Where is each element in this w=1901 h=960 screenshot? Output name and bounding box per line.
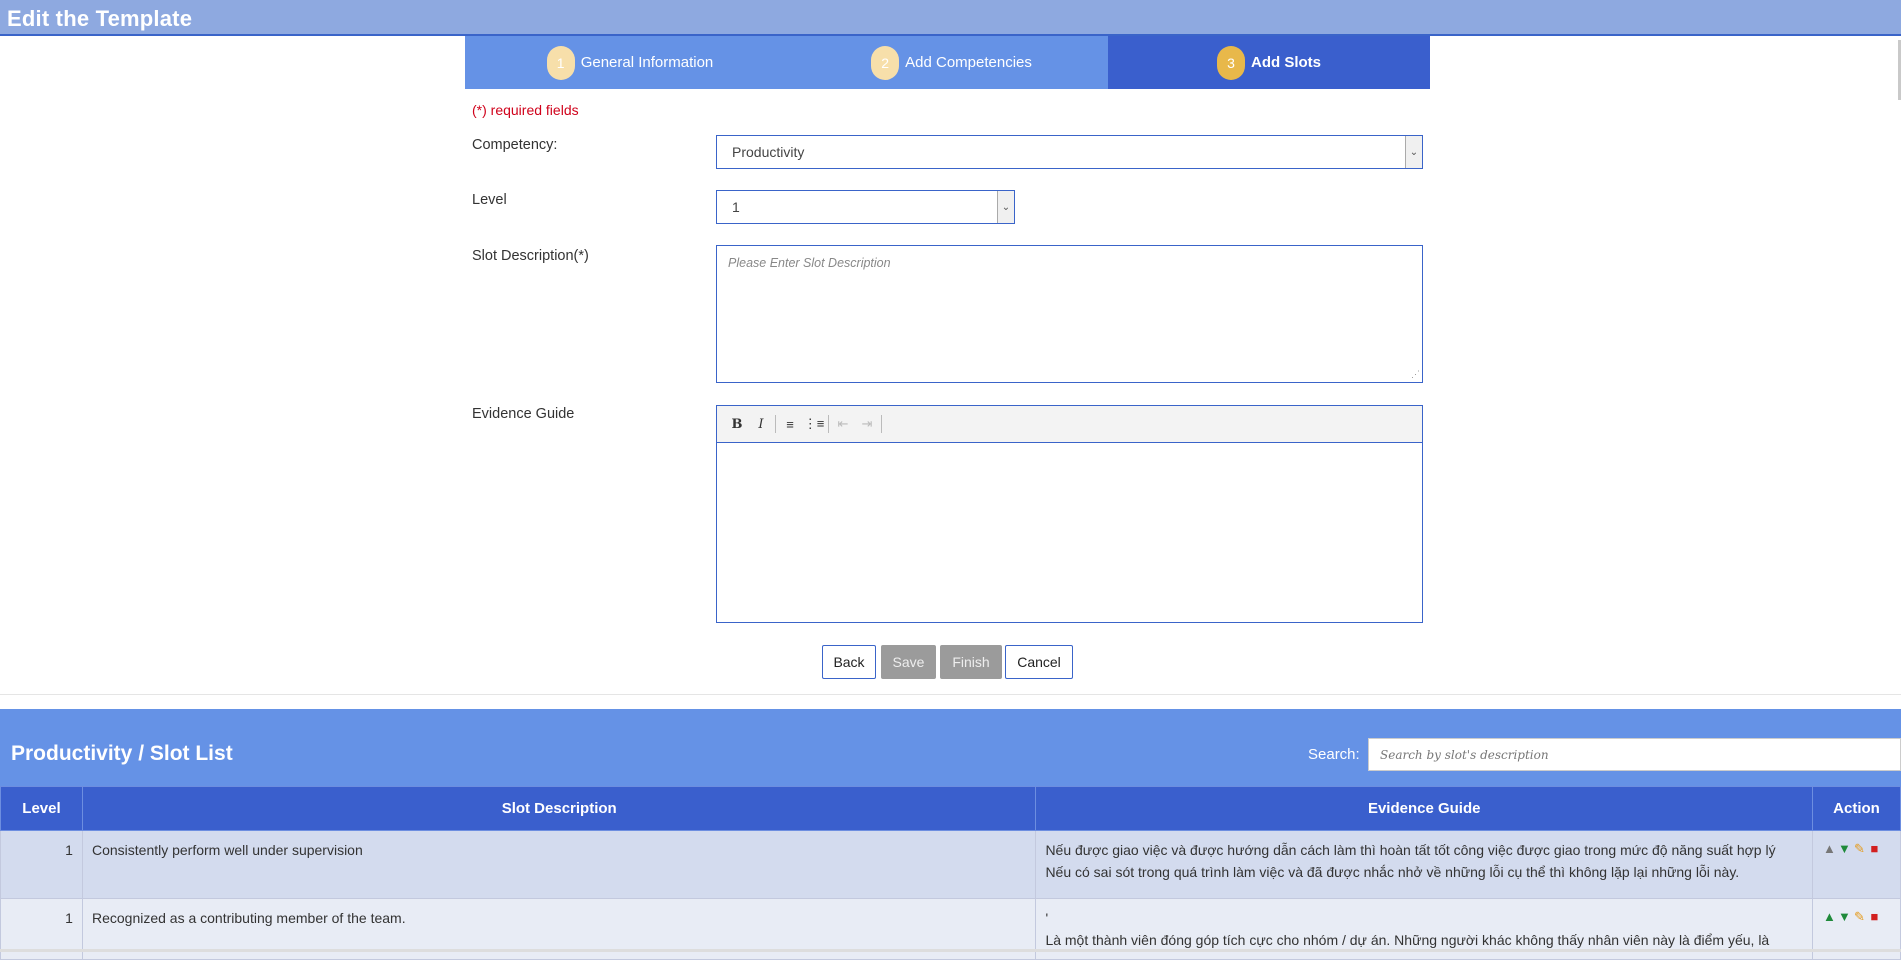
editor-toolbar: B I ≡ ⋮≡ ⇤ ⇥ xyxy=(717,406,1422,443)
slot-list-title: Productivity / Slot List xyxy=(11,742,233,765)
step-general-information[interactable]: 1 General Information xyxy=(465,36,795,89)
column-header-action: Action xyxy=(1811,786,1901,831)
evidence-guide-label: Evidence Guide xyxy=(472,406,575,422)
search-placeholder: Search by slot's description xyxy=(1380,747,1549,762)
finish-button[interactable]: Finish xyxy=(940,645,1002,679)
chevron-down-icon[interactable]: ⌄ xyxy=(997,191,1014,223)
indent-icon[interactable]: ⇥ xyxy=(855,412,879,436)
slot-description-label: Slot Description(*) xyxy=(472,248,589,264)
evidence-line: Là một thành viên đóng góp tích cực cho … xyxy=(1045,932,1770,948)
unordered-list-icon[interactable]: ⋮≡ xyxy=(802,412,826,436)
section-divider xyxy=(0,694,1901,695)
italic-icon[interactable]: I xyxy=(749,412,773,436)
toolbar-divider xyxy=(775,415,776,433)
outdent-icon[interactable]: ⇤ xyxy=(831,412,855,436)
slot-description-textarea[interactable]: Please Enter Slot Description ⋰ xyxy=(716,245,1423,383)
chevron-down-icon[interactable]: ⌄ xyxy=(1405,136,1422,168)
back-button[interactable]: Back xyxy=(822,645,876,679)
step-label: General Information xyxy=(580,54,714,71)
step-label: Add Competencies xyxy=(905,54,1032,71)
column-header-slot-description[interactable]: Slot Description xyxy=(81,786,1037,831)
step-add-slots[interactable]: 3 Add Slots xyxy=(1108,36,1430,89)
toolbar-divider xyxy=(828,415,829,433)
evidence-line: Nếu có sai sót trong quá trình làm việc … xyxy=(1045,864,1740,880)
step-add-competencies[interactable]: 2 Add Competencies xyxy=(795,36,1108,89)
page-title: Edit the Template xyxy=(7,6,193,31)
move-up-icon[interactable]: ▲ xyxy=(1822,841,1837,856)
delete-trash-icon[interactable]: ■ xyxy=(1867,909,1882,924)
wizard-steps: 1 General Information 2 Add Competencies… xyxy=(465,36,1430,89)
required-fields-note: (*) required fields xyxy=(472,102,579,118)
level-label: Level xyxy=(472,192,507,208)
search-label: Search: xyxy=(1308,746,1360,763)
step-number-badge: 2 xyxy=(871,45,900,80)
level-select[interactable]: 1 ⌄ xyxy=(716,190,1015,224)
competency-label: Competency: xyxy=(472,137,558,153)
move-down-icon[interactable]: ▼ xyxy=(1837,909,1852,924)
cancel-button[interactable]: Cancel xyxy=(1005,645,1073,679)
delete-trash-icon[interactable]: ■ xyxy=(1867,841,1882,856)
row-actions: ▲ ▼ ✎ ■ xyxy=(1811,830,1901,899)
competency-select[interactable]: Productivity ⌄ xyxy=(716,135,1423,169)
search-input[interactable]: Search by slot's description xyxy=(1368,738,1901,771)
slot-table: Level Slot Description Evidence Guide Ac… xyxy=(0,786,1901,960)
save-button[interactable]: Save xyxy=(881,645,936,679)
slot-description-placeholder: Please Enter Slot Description xyxy=(728,256,891,270)
ordered-list-icon[interactable]: ≡ xyxy=(778,412,802,436)
competency-value: Productivity xyxy=(732,144,805,160)
table-header-row: Level Slot Description Evidence Guide Ac… xyxy=(0,786,1901,831)
move-down-icon[interactable]: ▼ xyxy=(1837,841,1852,856)
level-value: 1 xyxy=(732,199,740,215)
move-up-icon[interactable]: ▲ xyxy=(1822,909,1837,924)
edit-pencil-icon[interactable]: ✎ xyxy=(1852,909,1867,924)
row-evidence-guide: Nếu được giao việc và được hướng dẫn các… xyxy=(1035,830,1813,899)
row-description: Consistently perform well under supervis… xyxy=(81,830,1037,899)
editor-content-area[interactable] xyxy=(717,443,1422,622)
resize-grip-icon[interactable]: ⋰ xyxy=(1411,369,1420,380)
evidence-guide-editor: B I ≡ ⋮≡ ⇤ ⇥ xyxy=(716,405,1423,623)
row-level: 1 xyxy=(0,830,83,899)
evidence-line: Nếu được giao việc và được hướng dẫn các… xyxy=(1045,842,1776,858)
table-row: 1 Consistently perform well under superv… xyxy=(0,830,1901,899)
column-header-evidence-guide[interactable]: Evidence Guide xyxy=(1035,786,1813,831)
edit-pencil-icon[interactable]: ✎ xyxy=(1852,841,1867,856)
step-number-badge: 3 xyxy=(1217,45,1245,80)
step-number-badge: 1 xyxy=(546,45,575,80)
bold-icon[interactable]: B xyxy=(725,412,749,436)
column-header-level[interactable]: Level xyxy=(0,786,83,831)
step-label: Add Slots xyxy=(1251,54,1321,71)
toolbar-divider xyxy=(881,415,882,433)
title-bar: Edit the Template xyxy=(0,0,1901,36)
evidence-line: ' xyxy=(1045,910,1049,926)
